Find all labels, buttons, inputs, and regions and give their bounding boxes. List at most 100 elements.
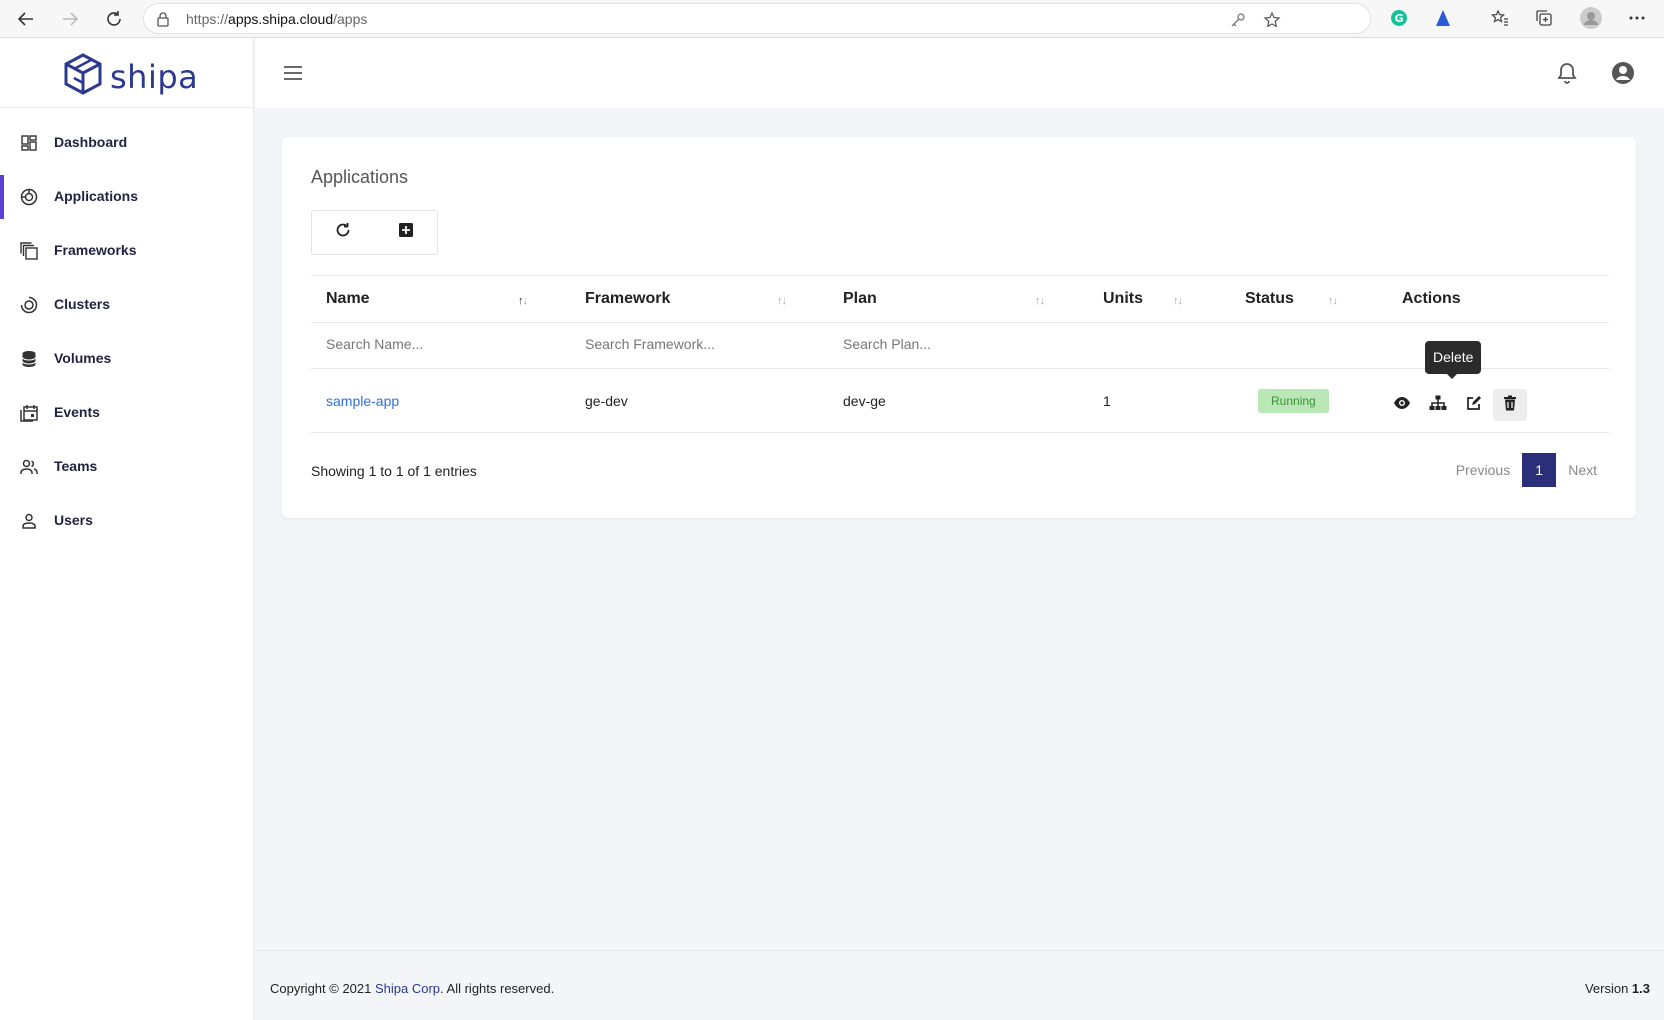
brand-name: shipa [110,57,199,96]
delete-tooltip: Delete [1425,341,1482,379]
search-name-input[interactable] [326,336,546,352]
grammarly-icon[interactable]: G [1389,8,1409,28]
notifications-bell-icon[interactable] [1555,61,1579,85]
profile-icon[interactable] [1580,7,1602,29]
company-link[interactable]: Shipa Corp [375,981,440,996]
column-header-actions: Actions [1402,290,1461,307]
sidebar-item-clusters[interactable]: Clusters [0,283,254,327]
refresh-button[interactable] [312,211,375,254]
sort-icon[interactable]: ↑↓ [1328,295,1338,307]
app-plan: dev-ge [843,393,886,409]
copyright-text: Copyright © 2021 Shipa Corp. All rights … [270,981,554,996]
refresh-icon [335,222,351,243]
edit-button[interactable] [1457,389,1491,421]
copyright-prefix: Copyright © 2021 [270,981,375,996]
sidebar-item-label: Teams [54,458,98,474]
column-header-framework[interactable]: Framework [585,290,670,308]
previous-page-button[interactable]: Previous [1444,462,1522,478]
menu-icon[interactable] [283,63,303,83]
more-options-icon[interactable] [1627,8,1647,28]
back-icon[interactable] [13,6,39,32]
volumes-icon [19,349,39,369]
view-button[interactable] [1385,389,1419,421]
column-header-plan[interactable]: Plan [843,290,877,308]
frameworks-icon [19,241,39,261]
lock-icon [156,11,170,32]
next-page-button[interactable]: Next [1556,462,1609,478]
version-label: Version [1584,981,1632,996]
address-bar[interactable]: https://apps.shipa.cloud/apps [143,3,1371,34]
applications-card: Applications Name ↑↓ Framework ↑↓ Plan ↑… [282,137,1636,518]
entries-info: Showing 1 to 1 of 1 entries [311,463,477,479]
app-units: 1 [1103,393,1111,409]
account-icon[interactable] [1610,60,1636,86]
logo[interactable]: shipa [62,52,198,101]
url-text: https://apps.shipa.cloud/apps [186,11,368,27]
table-header: Name ↑↓ Framework ↑↓ Plan ↑↓ Units ↑↓ St… [311,275,1609,323]
sidebar-item-events[interactable]: Events [0,391,254,435]
collections-icon[interactable] [1534,8,1554,28]
trash-icon [1503,395,1517,416]
search-plan-input[interactable] [843,336,1063,352]
sidebar-item-label: Frameworks [54,242,137,258]
delete-button[interactable] [1493,389,1527,421]
column-header-status[interactable]: Status [1245,290,1294,308]
sidebar-item-frameworks[interactable]: Frameworks [0,229,254,273]
topology-button[interactable] [1421,389,1455,421]
page-1-button[interactable]: 1 [1522,453,1557,487]
shipa-logo-icon [62,52,104,101]
table-row: sample-app ge-dev dev-ge 1 Running Delet… [311,341,1609,433]
browser-toolbar: https://apps.shipa.cloud/apps G [0,0,1664,38]
table-toolbar [311,210,438,255]
top-header [255,38,1664,108]
edit-icon [1466,395,1482,416]
sidebar-item-teams[interactable]: Teams [0,445,254,489]
extension-icon[interactable] [1433,8,1453,28]
dashboard-icon [19,133,39,153]
app-name-link[interactable]: sample-app [326,393,399,409]
sidebar: shipa Dashboard Applications Frameworks … [0,38,254,1020]
column-header-name[interactable]: Name [326,290,370,308]
search-framework-input[interactable] [585,336,805,352]
sidebar-item-label: Events [54,404,100,420]
teams-icon [19,457,39,477]
sidebar-item-label: Volumes [54,350,112,366]
sitemap-icon [1429,395,1447,416]
svg-text:G: G [1394,12,1403,25]
sort-icon[interactable]: ↑↓ [518,295,528,307]
version-text: Version 1.3 [1585,981,1650,996]
footer: Copyright © 2021 Shipa Corp. All rights … [255,950,1664,1020]
key-icon[interactable] [1228,10,1248,30]
sort-icon[interactable]: ↑↓ [1173,295,1183,307]
sidebar-item-applications[interactable]: Applications [0,175,254,219]
events-icon [19,403,39,423]
divider [0,107,254,108]
pagination: Previous 1 Next [1444,453,1609,487]
reload-icon[interactable] [101,6,127,32]
add-favorite-icon[interactable] [1262,10,1282,30]
sort-icon[interactable]: ↑↓ [1035,295,1045,307]
copyright-suffix: . All rights reserved. [440,981,555,996]
add-square-icon [398,222,414,243]
status-badge: Running [1258,389,1329,413]
sidebar-item-label: Clusters [54,296,111,312]
sidebar-item-dashboard[interactable]: Dashboard [0,121,254,165]
add-application-button[interactable] [375,211,438,254]
applications-icon [19,187,39,207]
favorites-icon[interactable] [1490,8,1510,28]
eye-icon [1393,396,1411,415]
users-icon [19,511,39,531]
sidebar-item-users[interactable]: Users [0,499,254,543]
clusters-icon [19,295,39,315]
filter-row [311,323,1609,369]
sidebar-item-label: Users [54,512,93,528]
sidebar-item-volumes[interactable]: Volumes [0,337,254,381]
sidebar-item-label: Applications [54,188,139,204]
column-header-units[interactable]: Units [1103,290,1143,308]
version-number: 1.3 [1631,981,1650,996]
app-framework: ge-dev [585,393,628,409]
sort-icon[interactable]: ↑↓ [777,295,787,307]
forward-icon[interactable] [57,6,83,32]
page-title: Applications [311,167,409,187]
sidebar-item-label: Dashboard [54,134,128,150]
